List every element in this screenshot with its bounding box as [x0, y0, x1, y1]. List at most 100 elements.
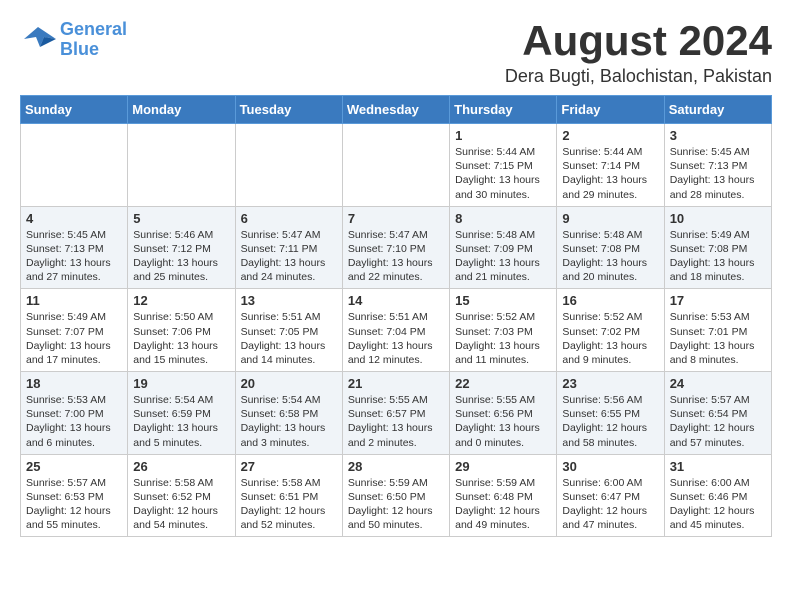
- calendar-cell: 6Sunrise: 5:47 AM Sunset: 7:11 PM Daylig…: [235, 206, 342, 289]
- calendar-cell: 14 Sunrise: 5:51 AM Sunset: 7:04 PM Dayli…: [342, 289, 449, 372]
- day-detail: Sunrise: 5:57 AM Sunset: 6:53 PM Dayligh…: [26, 476, 122, 533]
- day-number: 9: [562, 211, 658, 226]
- day-number: 16: [562, 293, 658, 308]
- day-number: 8: [455, 211, 551, 226]
- calendar-cell: 29 Sunrise: 5:59 AM Sunset: 6:48 PM Dayli…: [450, 454, 557, 537]
- calendar-week-row: 4Sunrise: 5:45 AM Sunset: 7:13 PM Daylig…: [21, 206, 772, 289]
- weekday-header-saturday: Saturday: [664, 96, 771, 124]
- day-number: 19: [133, 376, 229, 391]
- day-detail: Sunrise: 5:52 AM Sunset: 7:03 PM Dayligh…: [455, 310, 551, 367]
- month-title: August 2024: [505, 20, 772, 62]
- day-detail: Sunrise: 5:48 AM Sunset: 7:08 PM Dayligh…: [562, 228, 658, 285]
- day-detail: Sunrise: 5:49 AM Sunset: 7:08 PM Dayligh…: [670, 228, 766, 285]
- day-detail: Sunrise: 5:54 AM Sunset: 6:59 PM Dayligh…: [133, 393, 229, 450]
- day-number: 13: [241, 293, 337, 308]
- day-detail: Sunrise: 5:51 AM Sunset: 7:05 PM Dayligh…: [241, 310, 337, 367]
- day-number: 18: [26, 376, 122, 391]
- weekday-header-thursday: Thursday: [450, 96, 557, 124]
- day-number: 4: [26, 211, 122, 226]
- calendar-cell: 9 Sunrise: 5:48 AM Sunset: 7:08 PM Daylig…: [557, 206, 664, 289]
- day-detail: Sunrise: 5:59 AM Sunset: 6:48 PM Dayligh…: [455, 476, 551, 533]
- day-number: 6: [241, 211, 337, 226]
- calendar-cell: 27 Sunrise: 5:58 AM Sunset: 6:51 PM Dayli…: [235, 454, 342, 537]
- day-detail: Sunrise: 5:48 AM Sunset: 7:09 PM Dayligh…: [455, 228, 551, 285]
- day-number: 7: [348, 211, 444, 226]
- day-detail: Sunrise: 5:53 AM Sunset: 7:00 PM Dayligh…: [26, 393, 122, 450]
- calendar-cell: 25 Sunrise: 5:57 AM Sunset: 6:53 PM Dayli…: [21, 454, 128, 537]
- day-number: 14: [348, 293, 444, 308]
- day-detail: Sunrise: 5:58 AM Sunset: 6:52 PM Dayligh…: [133, 476, 229, 533]
- day-number: 23: [562, 376, 658, 391]
- calendar-week-row: 25 Sunrise: 5:57 AM Sunset: 6:53 PM Dayli…: [21, 454, 772, 537]
- calendar-week-row: 11Sunrise: 5:49 AM Sunset: 7:07 PM Dayli…: [21, 289, 772, 372]
- day-number: 15: [455, 293, 551, 308]
- calendar-cell: 18 Sunrise: 5:53 AM Sunset: 7:00 PM Dayli…: [21, 372, 128, 455]
- day-number: 1: [455, 128, 551, 143]
- title-block: August 2024 Dera Bugti, Balochistan, Pak…: [505, 20, 772, 87]
- weekday-header-tuesday: Tuesday: [235, 96, 342, 124]
- weekday-header-row: SundayMondayTuesdayWednesdayThursdayFrid…: [21, 96, 772, 124]
- day-number: 2: [562, 128, 658, 143]
- logo: General Blue: [20, 20, 127, 60]
- calendar-cell: [128, 124, 235, 207]
- day-number: 27: [241, 459, 337, 474]
- day-number: 24: [670, 376, 766, 391]
- day-detail: Sunrise: 5:52 AM Sunset: 7:02 PM Dayligh…: [562, 310, 658, 367]
- day-number: 22: [455, 376, 551, 391]
- weekday-header-sunday: Sunday: [21, 96, 128, 124]
- day-detail: Sunrise: 5:51 AM Sunset: 7:04 PM Dayligh…: [348, 310, 444, 367]
- calendar-cell: 16 Sunrise: 5:52 AM Sunset: 7:02 PM Dayli…: [557, 289, 664, 372]
- calendar-week-row: 1 Sunrise: 5:44 AM Sunset: 7:15 PM Daylig…: [21, 124, 772, 207]
- day-number: 25: [26, 459, 122, 474]
- weekday-header-friday: Friday: [557, 96, 664, 124]
- day-detail: Sunrise: 5:50 AM Sunset: 7:06 PM Dayligh…: [133, 310, 229, 367]
- calendar-table: SundayMondayTuesdayWednesdayThursdayFrid…: [20, 95, 772, 537]
- day-number: 17: [670, 293, 766, 308]
- calendar-cell: 19 Sunrise: 5:54 AM Sunset: 6:59 PM Dayli…: [128, 372, 235, 455]
- calendar-cell: 26Sunrise: 5:58 AM Sunset: 6:52 PM Dayli…: [128, 454, 235, 537]
- day-detail: Sunrise: 5:46 AM Sunset: 7:12 PM Dayligh…: [133, 228, 229, 285]
- calendar-cell: 23 Sunrise: 5:56 AM Sunset: 6:55 PM Dayli…: [557, 372, 664, 455]
- day-number: 30: [562, 459, 658, 474]
- day-number: 5: [133, 211, 229, 226]
- day-detail: Sunrise: 5:58 AM Sunset: 6:51 PM Dayligh…: [241, 476, 337, 533]
- day-number: 28: [348, 459, 444, 474]
- day-number: 10: [670, 211, 766, 226]
- calendar-cell: 8 Sunrise: 5:48 AM Sunset: 7:09 PM Daylig…: [450, 206, 557, 289]
- day-detail: Sunrise: 6:00 AM Sunset: 6:47 PM Dayligh…: [562, 476, 658, 533]
- calendar-cell: 2 Sunrise: 5:44 AM Sunset: 7:14 PM Daylig…: [557, 124, 664, 207]
- calendar-cell: 3 Sunrise: 5:45 AM Sunset: 7:13 PM Daylig…: [664, 124, 771, 207]
- calendar-week-row: 18 Sunrise: 5:53 AM Sunset: 7:00 PM Dayli…: [21, 372, 772, 455]
- day-detail: Sunrise: 5:55 AM Sunset: 6:56 PM Dayligh…: [455, 393, 551, 450]
- day-detail: Sunrise: 5:57 AM Sunset: 6:54 PM Dayligh…: [670, 393, 766, 450]
- day-number: 3: [670, 128, 766, 143]
- day-detail: Sunrise: 5:44 AM Sunset: 7:15 PM Dayligh…: [455, 145, 551, 202]
- day-detail: Sunrise: 5:53 AM Sunset: 7:01 PM Dayligh…: [670, 310, 766, 367]
- day-detail: Sunrise: 5:59 AM Sunset: 6:50 PM Dayligh…: [348, 476, 444, 533]
- logo-text: General Blue: [60, 20, 127, 60]
- day-detail: Sunrise: 5:49 AM Sunset: 7:07 PM Dayligh…: [26, 310, 122, 367]
- day-number: 20: [241, 376, 337, 391]
- calendar-cell: 22 Sunrise: 5:55 AM Sunset: 6:56 PM Dayli…: [450, 372, 557, 455]
- calendar-cell: 1 Sunrise: 5:44 AM Sunset: 7:15 PM Daylig…: [450, 124, 557, 207]
- calendar-cell: 21 Sunrise: 5:55 AM Sunset: 6:57 PM Dayli…: [342, 372, 449, 455]
- calendar-cell: 20 Sunrise: 5:54 AM Sunset: 6:58 PM Dayli…: [235, 372, 342, 455]
- day-detail: Sunrise: 6:00 AM Sunset: 6:46 PM Dayligh…: [670, 476, 766, 533]
- calendar-cell: [235, 124, 342, 207]
- calendar-cell: 30 Sunrise: 6:00 AM Sunset: 6:47 PM Dayli…: [557, 454, 664, 537]
- calendar-cell: 17 Sunrise: 5:53 AM Sunset: 7:01 PM Dayli…: [664, 289, 771, 372]
- day-number: 21: [348, 376, 444, 391]
- calendar-cell: [342, 124, 449, 207]
- day-detail: Sunrise: 5:54 AM Sunset: 6:58 PM Dayligh…: [241, 393, 337, 450]
- day-detail: Sunrise: 5:45 AM Sunset: 7:13 PM Dayligh…: [670, 145, 766, 202]
- location-title: Dera Bugti, Balochistan, Pakistan: [505, 66, 772, 87]
- calendar-cell: 24 Sunrise: 5:57 AM Sunset: 6:54 PM Dayli…: [664, 372, 771, 455]
- day-detail: Sunrise: 5:55 AM Sunset: 6:57 PM Dayligh…: [348, 393, 444, 450]
- calendar-cell: [21, 124, 128, 207]
- calendar-cell: 11Sunrise: 5:49 AM Sunset: 7:07 PM Dayli…: [21, 289, 128, 372]
- day-number: 29: [455, 459, 551, 474]
- day-number: 12: [133, 293, 229, 308]
- day-detail: Sunrise: 5:56 AM Sunset: 6:55 PM Dayligh…: [562, 393, 658, 450]
- weekday-header-wednesday: Wednesday: [342, 96, 449, 124]
- day-detail: Sunrise: 5:44 AM Sunset: 7:14 PM Dayligh…: [562, 145, 658, 202]
